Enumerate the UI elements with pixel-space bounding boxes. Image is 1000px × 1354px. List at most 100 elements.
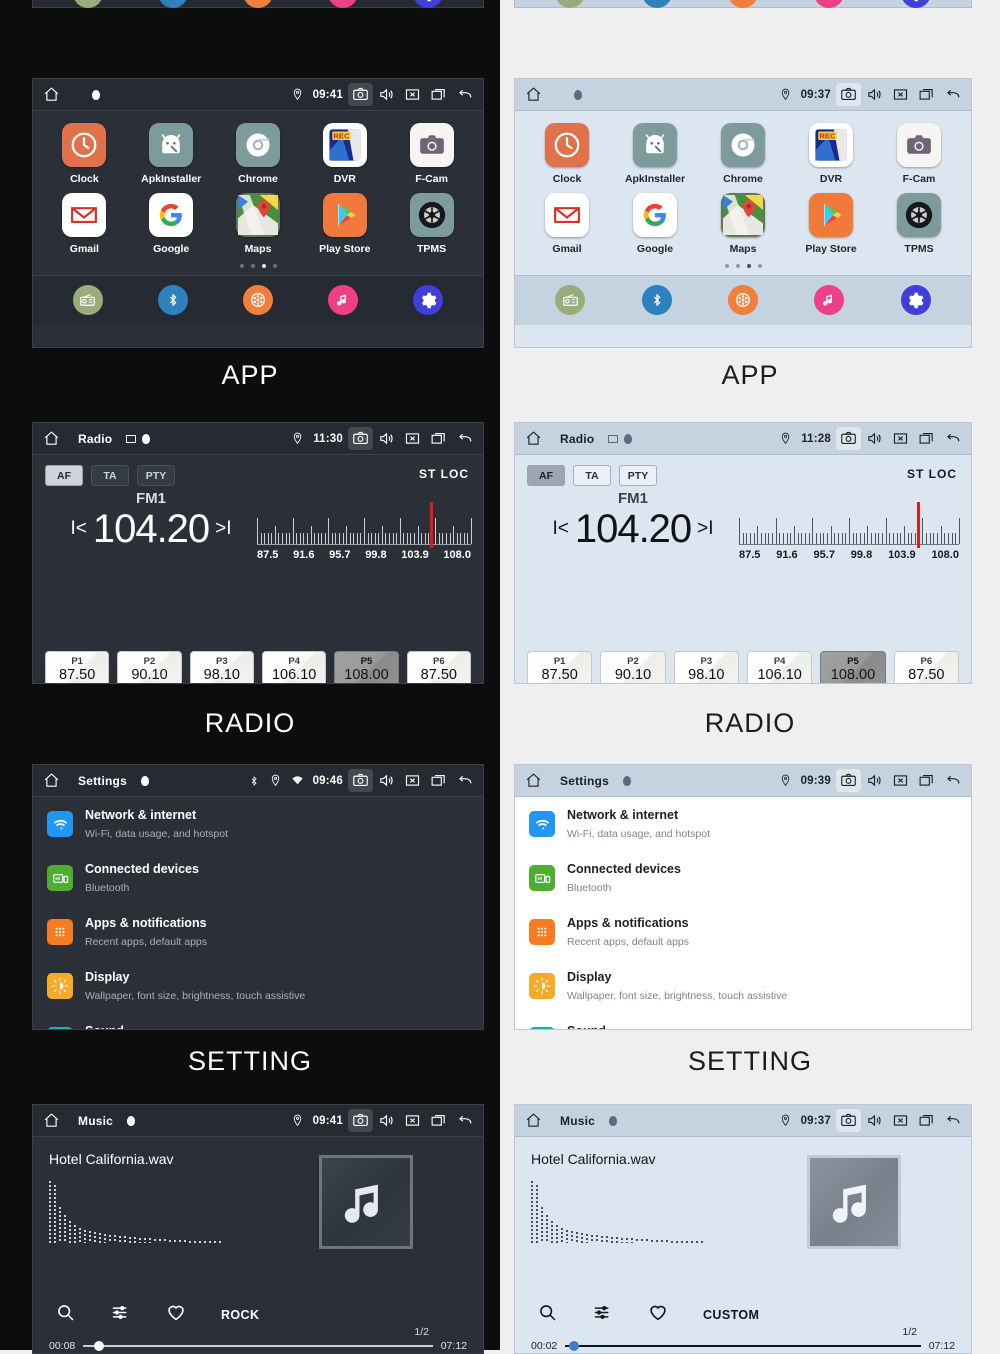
playstore-icon[interactable] — [322, 193, 367, 237]
media-icon[interactable] — [728, 0, 759, 8]
app-item[interactable]: Chrome — [215, 123, 302, 185]
bluetooth-icon[interactable] — [157, 0, 188, 8]
screenshot-icon[interactable] — [348, 83, 373, 106]
app-item[interactable]: ApkInstaller — [128, 123, 215, 185]
home-icon[interactable] — [525, 1112, 542, 1129]
close-icon[interactable] — [404, 1112, 421, 1129]
home-icon[interactable] — [525, 86, 542, 103]
radio-icon[interactable] — [555, 285, 586, 315]
preset-button[interactable]: P4 106.10 — [261, 651, 327, 683]
bluetooth-icon[interactable] — [641, 285, 672, 315]
settings-icon[interactable] — [413, 285, 444, 315]
music-icon[interactable] — [814, 285, 845, 315]
bluetooth-icon[interactable] — [157, 285, 188, 315]
settings-icon[interactable] — [413, 0, 444, 8]
page-dot[interactable] — [261, 264, 266, 268]
maps-icon[interactable] — [235, 193, 280, 237]
screenshot-icon[interactable] — [836, 769, 861, 792]
equalizer-preset[interactable]: CUSTOM — [703, 1308, 759, 1322]
back-icon[interactable] — [456, 772, 473, 789]
seek-bar[interactable] — [83, 1341, 433, 1351]
page-dot[interactable] — [724, 264, 729, 268]
app-item[interactable]: Google — [128, 193, 215, 255]
app-item[interactable]: Gmail — [41, 193, 128, 255]
equalizer-icon[interactable] — [110, 1302, 131, 1328]
rds-ta-button[interactable]: TA — [91, 465, 129, 486]
screenshot-icon[interactable] — [836, 83, 861, 106]
close-icon[interactable] — [892, 772, 909, 789]
settings-row[interactable]: Network & internet Wi-Fi, data usage, and… — [33, 797, 483, 851]
rds-af-button[interactable]: AF — [527, 465, 565, 486]
volume-icon[interactable] — [378, 430, 395, 447]
settings-row[interactable]: Network & internet Wi-Fi, data usage, and… — [515, 797, 971, 851]
recents-icon[interactable] — [430, 86, 447, 103]
app-item[interactable]: TPMS — [388, 193, 475, 255]
tire-icon[interactable] — [897, 193, 941, 237]
settings-row[interactable]: Display Wallpaper, font size, brightness,… — [515, 959, 971, 1013]
gmail-icon[interactable] — [545, 193, 589, 237]
settings-row[interactable]: Connected devices Bluetooth — [33, 851, 483, 905]
radio-icon[interactable] — [72, 285, 103, 315]
volume-icon[interactable] — [378, 86, 395, 103]
music-icon[interactable] — [814, 0, 845, 8]
music-icon[interactable] — [328, 0, 359, 8]
back-icon[interactable] — [944, 772, 961, 789]
preset-button[interactable]: P1 87.50 — [45, 651, 110, 683]
equalizer-icon[interactable] — [592, 1302, 613, 1328]
android-icon[interactable] — [633, 123, 677, 167]
settings-row[interactable]: SoundKey tone, volume — [515, 1013, 971, 1029]
home-icon[interactable] — [43, 86, 60, 103]
close-icon[interactable] — [404, 86, 421, 103]
rds-ta-button[interactable]: TA — [573, 465, 611, 486]
close-icon[interactable] — [892, 1112, 909, 1129]
prev-station-button[interactable]: I< — [70, 518, 86, 540]
rds-pty-button[interactable]: PTY — [137, 465, 175, 486]
rds-pty-button[interactable]: PTY — [619, 465, 657, 486]
page-dot[interactable] — [735, 264, 740, 268]
home-icon[interactable] — [525, 772, 542, 789]
screenshot-icon[interactable] — [348, 427, 373, 450]
home-icon[interactable] — [43, 772, 60, 789]
screenshot-icon[interactable] — [348, 1109, 373, 1132]
frequency-scale[interactable]: 87.5 91.6 95.7 99.8 103.9 108.0 — [739, 490, 960, 561]
gmail-icon[interactable] — [62, 193, 107, 237]
back-icon[interactable] — [456, 430, 473, 447]
close-icon[interactable] — [404, 772, 421, 789]
settings-icon[interactable] — [900, 285, 931, 315]
android-icon[interactable] — [149, 123, 194, 167]
settings-row[interactable]: Apps & notifications Recent apps, default… — [515, 905, 971, 959]
media-icon[interactable] — [243, 285, 273, 315]
back-icon[interactable] — [456, 1112, 473, 1129]
app-item[interactable]: F-Cam — [875, 123, 963, 185]
page-dot[interactable] — [239, 264, 244, 268]
app-item[interactable]: REC DVR — [301, 123, 388, 185]
preset-button[interactable]: P5 108.00 — [334, 651, 399, 683]
back-icon[interactable] — [944, 1112, 961, 1129]
recents-icon[interactable] — [918, 430, 935, 447]
preset-button[interactable]: P3 98.10 — [189, 651, 254, 683]
back-icon[interactable] — [944, 86, 961, 103]
settings-row[interactable]: Display Wallpaper, font size, brightness,… — [33, 959, 483, 1013]
camera-icon[interactable] — [897, 123, 941, 167]
preset-button[interactable]: P4 106.10 — [746, 651, 813, 683]
preset-button[interactable]: P1 87.50 — [527, 651, 593, 683]
heart-icon[interactable] — [647, 1301, 669, 1328]
radio-icon[interactable] — [555, 0, 586, 8]
preset-button[interactable]: P6 87.50 — [893, 651, 959, 683]
preset-button[interactable]: P2 90.10 — [117, 651, 182, 683]
app-item[interactable]: ApkInstaller — [611, 123, 699, 185]
camera-icon[interactable] — [409, 123, 454, 167]
preset-button[interactable]: P5 108.00 — [820, 651, 886, 683]
recents-icon[interactable] — [918, 1112, 935, 1129]
chrome-icon[interactable] — [721, 123, 765, 167]
volume-icon[interactable] — [866, 430, 883, 447]
dvr-icon[interactable]: REC — [322, 123, 367, 167]
settings-icon[interactable] — [900, 0, 931, 8]
volume-icon[interactable] — [866, 86, 883, 103]
recents-icon[interactable] — [918, 772, 935, 789]
equalizer-preset[interactable]: ROCK — [221, 1308, 259, 1322]
frequency-scale[interactable]: 87.5 91.6 95.7 99.8 103.9 108.0 — [257, 490, 472, 561]
music-icon[interactable] — [328, 285, 359, 315]
app-item[interactable]: F-Cam — [388, 123, 475, 185]
chrome-icon[interactable] — [235, 123, 280, 167]
